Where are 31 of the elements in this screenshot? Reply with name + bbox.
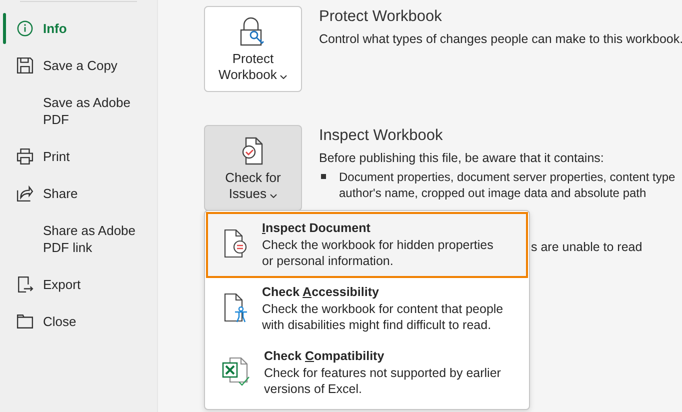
bullet-icon — [321, 174, 326, 179]
save-icon — [16, 57, 34, 74]
sidebar-item[interactable]: Print — [0, 138, 157, 175]
section-description: Before publishing this file, be aware that it contains: — [319, 150, 605, 166]
menu-item[interactable]: Check Accessibility Check the workbook for content that people with disabilities might find difficult to read. — [206, 276, 528, 342]
lock-key-icon — [239, 17, 267, 47]
document-person-icon — [222, 292, 250, 324]
sidebar-item[interactable]: Share — [0, 175, 157, 212]
sidebar-item[interactable]: Info — [0, 10, 157, 47]
bullet-text: s are unable to read — [531, 240, 642, 254]
menu-item[interactable]: Check Compatibility Check for features not supported by earlier versions of Excel. — [206, 340, 528, 406]
protect-workbook-button[interactable]: Protect Workbook — [204, 6, 302, 92]
spreadsheet-document-icon — [222, 356, 252, 386]
menu-item[interactable]: Inspect Document Check the workbook for hidden properties or personal information. — [206, 212, 528, 278]
caret-icon — [280, 75, 288, 79]
section-title: Protect Workbook — [319, 8, 443, 26]
share-icon — [16, 185, 34, 202]
sidebar-item[interactable]: Export — [0, 266, 157, 303]
sidebar-item[interactable]: Share as Adobe PDF link — [0, 212, 157, 266]
sidebar-item[interactable]: Close — [0, 303, 157, 340]
info-icon — [16, 20, 34, 37]
sidebar-item[interactable]: Save as Adobe PDF — [0, 84, 157, 138]
caret-icon — [270, 194, 278, 198]
folder-icon — [16, 313, 34, 330]
check-issues-button[interactable]: Check for Issues — [204, 125, 302, 211]
bullet-text: Document properties, document server properties, content type author's name, cropped out image data and absolute path — [339, 169, 676, 201]
section-description: Control what types of changes people can make to this workbook. — [319, 31, 682, 47]
sidebar-item[interactable]: Save a Copy — [0, 47, 157, 84]
section-title: Inspect Workbook — [319, 127, 444, 145]
printer-icon — [16, 148, 34, 165]
export-icon — [16, 276, 34, 293]
